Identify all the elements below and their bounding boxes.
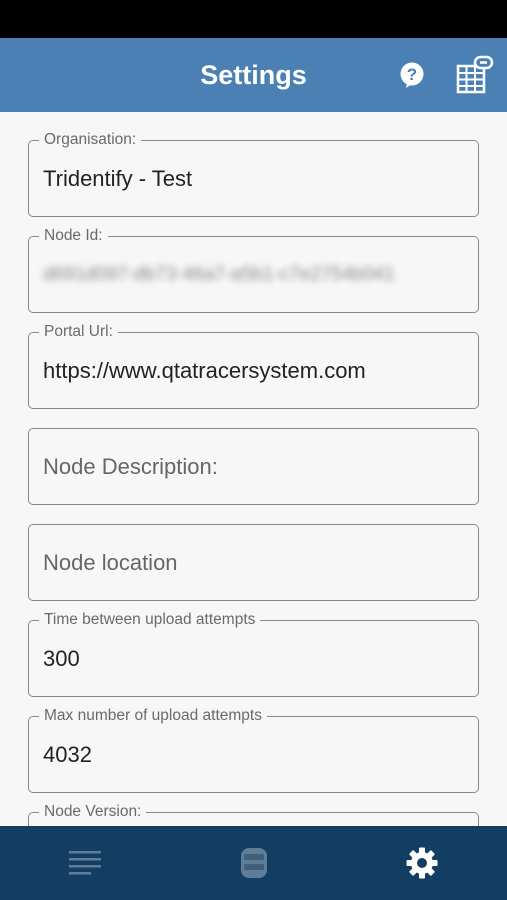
portal-url-label: Portal Url: xyxy=(39,323,118,341)
bottom-navigation xyxy=(0,826,507,900)
node-id-value: d691d097-db73-46a7-a5b1-c7e2754b041 xyxy=(43,264,395,285)
upload-interval-value: 300 xyxy=(43,646,80,671)
organisation-label: Organisation: xyxy=(39,131,142,149)
nav-device-button[interactable] xyxy=(231,840,277,886)
organisation-field[interactable]: Organisation: Tridentify - Test xyxy=(28,131,479,217)
portal-url-value: https://www.qtatracersystem.com xyxy=(43,358,366,383)
calendar-link-icon xyxy=(456,55,494,94)
settings-form: Organisation: Tridentify - Test Node Id:… xyxy=(0,112,507,826)
device-icon xyxy=(241,848,267,878)
app-bar: Settings ? xyxy=(0,38,507,112)
max-upload-attempts-label: Max number of upload attempts xyxy=(39,707,267,725)
node-location-placeholder: Node location xyxy=(43,550,178,575)
nav-list-button[interactable] xyxy=(62,840,108,886)
upload-interval-label: Time between upload attempts xyxy=(39,611,261,629)
help-circle-icon: ? xyxy=(400,62,424,88)
gear-icon xyxy=(406,847,438,879)
svg-text:?: ? xyxy=(407,65,417,84)
status-bar xyxy=(0,0,507,38)
nav-settings-button[interactable] xyxy=(399,840,445,886)
node-location-field[interactable]: Node location xyxy=(28,524,479,601)
node-version-label: Node Version: xyxy=(39,803,147,821)
list-icon xyxy=(69,851,101,875)
node-version-field[interactable]: Node Version: xyxy=(28,803,479,826)
page-title: Settings xyxy=(200,60,307,90)
max-upload-attempts-field[interactable]: Max number of upload attempts 4032 xyxy=(28,707,479,793)
portal-url-field[interactable]: Portal Url: https://www.qtatracersystem.… xyxy=(28,323,479,409)
scan-button[interactable] xyxy=(455,55,495,95)
node-description-placeholder: Node Description: xyxy=(43,454,218,479)
node-id-field[interactable]: Node Id: d691d097-db73-46a7-a5b1-c7e2754… xyxy=(28,227,479,313)
max-upload-attempts-value: 4032 xyxy=(43,742,92,767)
node-id-label: Node Id: xyxy=(39,227,108,245)
node-description-field[interactable]: Node Description: xyxy=(28,428,479,505)
help-button[interactable]: ? xyxy=(398,61,426,89)
organisation-value: Tridentify - Test xyxy=(43,166,193,191)
upload-interval-field[interactable]: Time between upload attempts 300 xyxy=(28,611,479,697)
